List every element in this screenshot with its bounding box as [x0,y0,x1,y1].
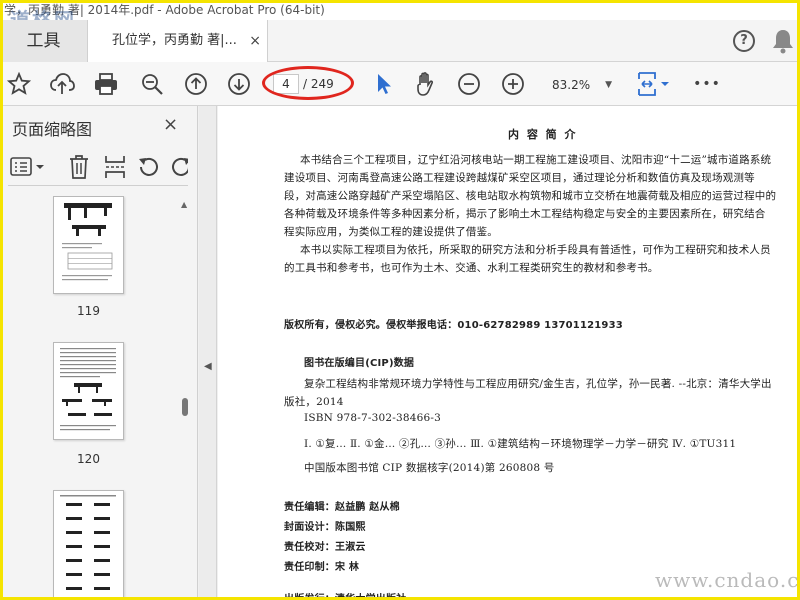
cip-line: ISBN 978-7-302-38466-3 [304,412,442,424]
copyright-line: 版权所有，侵权必究。侵权举报电话：010-62782989 1370112193… [284,320,623,331]
sidebar-toolbar [8,150,188,186]
document-view: 内 容 简 介 本书结合三个工程项目，辽宁红沿河核电站一期工程施工建设项目、沈阳… [218,106,800,600]
sidebar-collapse-strip[interactable]: ◀ [199,106,217,600]
zoom-level-select[interactable]: 83.2% ▼ [546,74,616,96]
collapse-left-arrow-icon[interactable]: ◀ [204,361,212,372]
text-line: 本书以实际工程项目为依托，所采取的研究方法和分析手段具有普适性，可作为工程研究和… [300,244,771,256]
pdf-page: 内 容 简 介 本书结合三个工程项目，辽宁红沿河核电站一期工程施工建设项目、沈阳… [218,106,800,600]
credit-line: 责任编辑：赵益鹏 赵从棉 [284,502,400,513]
help-icon[interactable]: ? [733,30,755,52]
sidebar-scrollbar[interactable]: ▲ [180,198,192,598]
zoom-out-magnifier-icon[interactable] [139,71,165,97]
page-thumbnail[interactable] [53,342,124,440]
tab-document-label: 孔位学，丙勇勤 著|... [112,33,237,48]
hand-tool-icon[interactable] [413,71,439,97]
bookmark-star-icon[interactable] [6,71,32,97]
annotation-ellipse [262,66,354,100]
next-page-icon[interactable] [226,71,252,97]
text-line: 程实际应用，为类似工程的建设提供了借鉴。 [284,226,498,238]
thumbnail-label: 120 [77,452,100,466]
watermark-url: www.cndao.com [655,568,800,592]
thumbnail-sidebar: 页面缩略图 × 119 120 ▲ [0,106,198,600]
sidebar-close-icon[interactable]: × [163,114,178,135]
credit-line: 责任印制：宋 林 [284,562,360,573]
rotate-clockwise-icon[interactable] [170,155,188,183]
thumbnail-label: 119 [77,304,100,318]
insert-page-icon[interactable] [104,154,126,184]
bell-icon[interactable] [772,28,794,54]
text-line: 各种荷载及环境条件等多种因素分析，揭示了影响土木工程结构稳定与安全的主要因素所在… [284,208,766,220]
text-line: 段，对高速公路穿越矿产采空塌陷区、核电站取水构筑物和城市立交桥在地震荷载及相应的… [284,190,777,202]
page-heading: 内 容 简 介 [508,128,578,141]
previous-page-icon[interactable] [183,71,209,97]
cip-line: 版社，2014 [284,396,344,408]
tab-tools[interactable]: 工具 [0,20,88,62]
text-line: 本书结合三个工程项目，辽宁红沿河核电站一期工程施工建设项目、沈阳市迎“十二运”城… [300,154,772,166]
credit-line: 封面设计：陈国熙 [284,522,366,533]
credit-line: 责任校对：王淑云 [284,542,366,553]
fit-page-icon[interactable] [636,71,672,97]
zoom-out-icon[interactable] [456,71,482,97]
tab-close-icon[interactable]: × [249,20,261,62]
cip-line: 复杂工程结构非常规环境力学特性与工程应用研究/金生吉，孔位学，孙一民著. --北… [304,378,772,390]
window-title-bar: 学，丙勇勤 著| 2014年.pdf - Adobe Acrobat Pro (… [0,0,800,20]
cip-title: 图书在版编目(CIP)数据 [304,358,415,369]
trash-icon[interactable] [68,154,90,184]
zoom-in-icon[interactable] [500,71,526,97]
publisher-line: 出版发行：清华大学出版社 [284,594,407,600]
upload-cloud-icon[interactable] [49,71,75,97]
scroll-thumb[interactable] [182,398,188,416]
cip-line: 中国版本图书馆 CIP 数据核字(2014)第 260808 号 [304,462,555,474]
print-icon[interactable] [93,71,119,97]
cip-line: Ⅰ. ①复… Ⅱ. ①金… ②孔… ③孙… Ⅲ. ①建筑结构－环境物理学－力学－… [304,438,737,450]
select-cursor-icon[interactable] [370,71,396,97]
text-line: 建设项目、河南禹登高速公路工程建设跨越煤矿采空区项目，通过理论分析和数值仿真及现… [284,172,755,184]
main-toolbar: 4 / 249 83.2% ▼ ••• [0,62,800,106]
thumbnail-list: 119 120 [0,196,180,600]
page-thumbnail[interactable] [53,490,124,600]
scroll-up-arrow-icon[interactable]: ▲ [181,200,187,209]
thumbnail-options-icon[interactable] [10,156,46,182]
tab-document[interactable]: 孔位学，丙勇勤 著|... × [88,20,268,63]
sidebar-title: 页面缩略图 [12,120,93,139]
more-options-icon[interactable]: ••• [692,71,722,97]
text-line: 的工具书和参考书，也可作为土木、交通、水利工程类研究生的教材和参考书。 [284,262,659,274]
chevron-down-icon: ▼ [605,80,612,90]
rotate-counterclockwise-icon[interactable] [136,155,160,183]
page-thumbnail[interactable] [53,196,124,294]
zoom-level-value: 83.2% [552,78,591,92]
tab-bar: 工具 孔位学，丙勇勤 著|... × ? [0,20,800,63]
